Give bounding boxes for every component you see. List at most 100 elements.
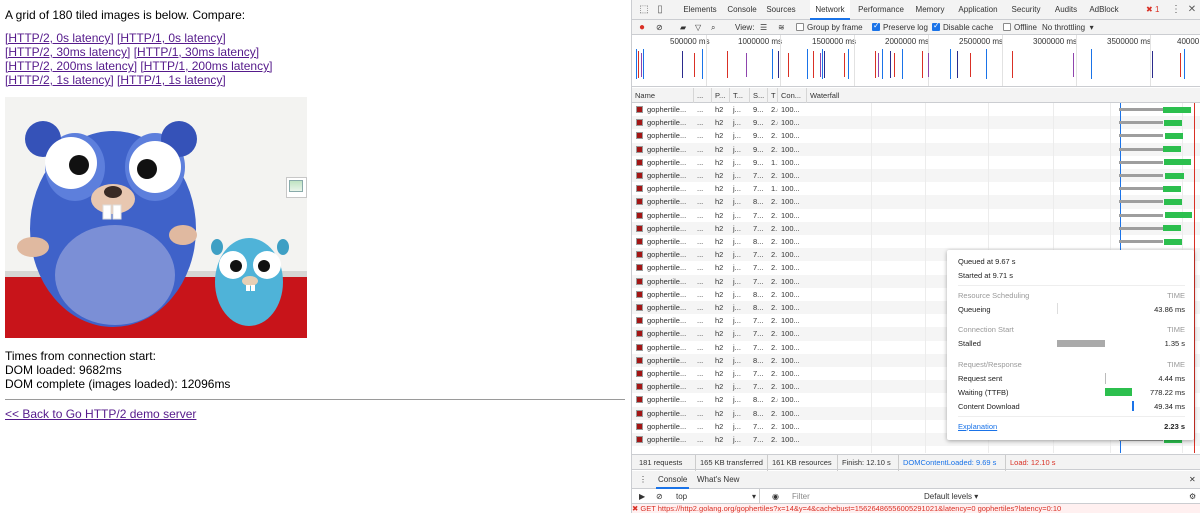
col-method[interactable]: ... <box>694 88 712 103</box>
console-settings-icon[interactable]: ⚙ <box>1189 489 1196 504</box>
time-header: TIME <box>1167 360 1185 369</box>
console-filter-input[interactable]: Filter <box>792 489 918 504</box>
request-cell: 2.: <box>771 329 778 339</box>
request-cell: ... <box>697 210 704 220</box>
waterfall-overview-icon[interactable]: ≋ <box>778 20 785 35</box>
network-toolbar: ● ⊘ ▰ ▽ ⌕ View: ☰ ≋ Group by frame Prese… <box>632 20 1200 35</box>
col-size[interactable]: S... <box>750 88 768 103</box>
request-cell: 100... <box>781 435 800 444</box>
col-name[interactable]: Name <box>632 88 694 103</box>
request-row[interactable]: gophertile...... h2 j... 7... 2.:100... <box>632 209 1200 222</box>
request-cell: j... <box>733 263 741 273</box>
col-connection[interactable]: Con... <box>778 88 807 103</box>
record-icon[interactable]: ● <box>639 20 645 35</box>
request-row[interactable]: gophertile...... h2 j... 7... 2.:100... <box>632 169 1200 183</box>
explanation-link[interactable]: Explanation <box>958 422 997 431</box>
group-by-frame-checkbox[interactable] <box>796 23 804 31</box>
request-row[interactable]: gophertile...... h2 j... 7... 1.!100... <box>632 182 1200 195</box>
request-row[interactable]: gophertile...... h2 j... 9... 2.(100... <box>632 103 1200 116</box>
tab-console[interactable]: Console <box>725 0 759 20</box>
kebab-menu-icon[interactable]: ⋮ <box>1170 4 1182 16</box>
device-toolbar-icon[interactable]: ▯ <box>654 4 666 16</box>
tab-application[interactable]: Application <box>955 0 1001 20</box>
link-http1-30ms[interactable]: [HTTP/1, 30ms latency] <box>134 45 259 59</box>
link-http1-200ms[interactable]: [HTTP/1, 200ms latency] <box>140 59 272 73</box>
request-row[interactable]: gophertile...... h2 j... 8... 2.:100... <box>632 235 1200 248</box>
large-rows-icon[interactable]: ☰ <box>760 20 767 35</box>
stalled-bar <box>1057 340 1105 347</box>
tab-network[interactable]: Network <box>810 0 850 20</box>
request-row[interactable]: gophertile...... h2 j... 7... 2. 100... <box>632 221 1200 235</box>
request-row[interactable]: gophertile...... h2 j... 8... 2.:100... <box>632 195 1200 209</box>
request-row[interactable]: gophertile...... h2 j... 9... 2.:100... <box>632 142 1200 156</box>
request-cell: h2 <box>715 210 724 220</box>
timing-info: Times from connection start: DOM loaded:… <box>5 349 230 391</box>
link-http1-1s[interactable]: [HTTP/1, 1s latency] <box>117 73 226 87</box>
request-row[interactable]: gophertile...... h2 j... 9... 2.(100... <box>632 116 1200 130</box>
col-protocol[interactable]: P... <box>712 88 730 103</box>
offline-checkbox[interactable] <box>1003 23 1011 31</box>
network-overview[interactable]: 500000 ms 1000000 ms 1500000 ms 2000000 … <box>632 35 1200 87</box>
drawer-close-icon[interactable]: ✕ <box>1189 471 1196 489</box>
overview-bar <box>894 53 895 77</box>
times-title: Times from connection start: <box>5 349 156 363</box>
console-error-line[interactable]: ✖ GET https://http2.golang.org/gophertil… <box>632 504 1200 513</box>
overview-bar <box>746 53 747 77</box>
request-cell: ... <box>697 171 704 180</box>
request-cell: gophertile... <box>647 369 687 378</box>
request-cell: h2 <box>715 382 724 392</box>
tab-performance[interactable]: Performance <box>856 0 906 20</box>
link-http2-0s[interactable]: [HTTP/2, 0s latency] <box>5 31 114 45</box>
stalled-time: 1.35 s <box>1164 339 1185 348</box>
tab-memory[interactable]: Memory <box>913 0 947 20</box>
tab-audits[interactable]: Audits <box>1050 0 1082 20</box>
filter-icon[interactable]: ▽ <box>695 20 701 35</box>
link-http2-1s[interactable]: [HTTP/2, 1s latency] <box>5 73 114 87</box>
preserve-log-checkbox[interactable] <box>872 21 880 31</box>
link-http1-0s[interactable]: [HTTP/1, 0s latency] <box>117 31 226 45</box>
overview-bar <box>772 49 773 79</box>
sidebar-toggle-icon[interactable]: ▶ <box>639 489 645 504</box>
tab-adblock[interactable]: AdBlock <box>1086 0 1122 20</box>
overview-gridline <box>1150 35 1151 86</box>
overview-bar <box>1152 51 1153 78</box>
col-waterfall[interactable]: Waterfall <box>807 88 1200 103</box>
request-cell: gophertile... <box>647 342 687 352</box>
context-select[interactable]: top ▾ <box>676 489 760 504</box>
request-response-header: Request/Response <box>958 360 1022 369</box>
request-row[interactable]: gophertile...... h2 j... 9... 1.!100... <box>632 156 1200 169</box>
drawer-menu-icon[interactable]: ⋮ <box>639 471 647 489</box>
drawer-tab-whats-new[interactable]: What's New <box>697 471 739 489</box>
link-http2-30ms[interactable]: [HTTP/2, 30ms latency] <box>5 45 130 59</box>
request-cell: 2. <box>771 276 778 286</box>
request-cell: h2 <box>715 289 724 299</box>
back-link[interactable]: << Back to Go HTTP/2 demo server <box>5 407 196 421</box>
drawer-tab-console[interactable]: Console <box>656 471 690 489</box>
screenshot-icon[interactable]: ▰ <box>680 20 686 35</box>
clear-icon[interactable]: ⊘ <box>656 20 663 35</box>
eye-icon[interactable]: ◉ <box>772 489 779 504</box>
throttling-select[interactable]: No throttling ▾ <box>1042 20 1094 35</box>
request-cell: gophertile... <box>647 118 687 128</box>
inspect-element-icon[interactable]: ⬚ <box>638 4 650 16</box>
file-icon <box>636 277 643 285</box>
request-cell: ... <box>697 329 704 339</box>
search-icon[interactable]: ⌕ <box>711 20 715 35</box>
file-icon <box>636 356 643 364</box>
overview-bar <box>970 53 971 77</box>
tab-elements[interactable]: Elements <box>678 0 722 20</box>
console-clear-icon[interactable]: ⊘ <box>656 489 663 504</box>
col-type[interactable]: T... <box>730 88 750 103</box>
link-http2-200ms[interactable]: [HTTP/2, 200ms latency] <box>5 59 137 73</box>
tab-sources[interactable]: Sources <box>763 0 799 20</box>
col-time[interactable]: T <box>768 88 778 103</box>
error-count-badge[interactable]: ✖ 1 <box>1146 0 1159 20</box>
request-cell: 9... <box>753 131 764 141</box>
disable-cache-checkbox[interactable] <box>932 21 940 31</box>
request-cell: h2 <box>715 118 724 128</box>
request-row[interactable]: gophertile...... h2 j... 9... 2.:100... <box>632 129 1200 142</box>
request-cell: 8... <box>753 355 764 365</box>
log-levels-select[interactable]: Default levels ▾ <box>924 489 978 504</box>
tab-security[interactable]: Security <box>1007 0 1045 20</box>
close-icon[interactable]: ✕ <box>1186 4 1198 16</box>
